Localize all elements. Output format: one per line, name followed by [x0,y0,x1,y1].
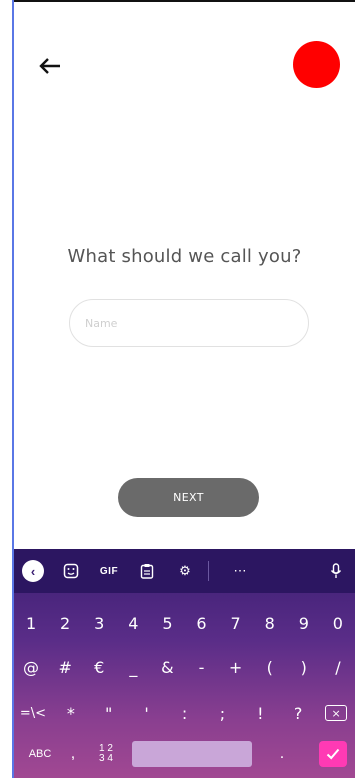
key[interactable]: _ [116,658,150,677]
key[interactable]: + [219,658,253,677]
frame-top-border [12,0,355,2]
key[interactable]: ( [253,658,287,677]
collapse-icon[interactable]: ‹ [22,560,44,582]
key[interactable]: ' [128,704,166,723]
numpad-key[interactable]: 1 2 3 4 [88,744,124,764]
key[interactable]: 4 [116,614,150,633]
backspace-key[interactable]: × [317,705,355,721]
key[interactable]: 3 [82,614,116,633]
key[interactable]: 5 [150,614,184,633]
abc-key[interactable]: ABC [22,748,58,760]
symbols-toggle-key[interactable]: =\< [14,706,52,721]
space-key[interactable] [132,741,252,767]
key[interactable]: 9 [287,614,321,633]
backspace-icon: × [325,705,348,721]
key[interactable]: 0 [321,614,355,633]
key[interactable]: - [184,658,218,677]
key[interactable]: 8 [253,614,287,633]
next-button[interactable]: NEXT [118,478,259,517]
key[interactable]: # [48,658,82,677]
keyboard: ‹ GIF ⚙ ⋯ 1 2 3 4 5 6 7 8 9 0 @ # € _ & … [14,549,355,778]
comma-key[interactable]: , [58,745,88,763]
numpad-key-bottom: 3 4 [99,753,113,764]
settings-icon[interactable]: ⚙ [166,549,204,593]
name-input[interactable] [69,299,309,347]
clipboard-icon[interactable] [128,549,166,593]
avatar[interactable] [293,41,340,88]
key[interactable]: € [82,658,116,677]
key[interactable]: 7 [219,614,253,633]
key[interactable]: ? [279,704,317,723]
keyboard-toolbar: ‹ GIF ⚙ ⋯ [14,549,355,593]
key[interactable]: @ [14,658,48,677]
key[interactable]: & [150,658,184,677]
bottom-row: ABC , 1 2 3 4 . [14,736,355,772]
screen: What should we call you? NEXT ‹ GIF ⚙ ⋯ … [0,0,355,778]
number-row: 1 2 3 4 5 6 7 8 9 0 [14,605,355,641]
toolbar-divider [208,561,209,581]
gif-button[interactable]: GIF [90,549,128,593]
key[interactable]: ) [287,658,321,677]
enter-key[interactable] [319,741,347,767]
key[interactable]: 1 [14,614,48,633]
emoji-icon[interactable] [52,549,90,593]
key[interactable]: * [52,704,90,723]
symbol-row: @ # € _ & - + ( ) / [14,649,355,685]
symbol-row-2: =\< * " ' : ; ! ? × [14,695,355,731]
key[interactable]: " [90,704,128,723]
key[interactable]: : [166,704,204,723]
checkmark-icon [326,748,340,760]
back-arrow-icon[interactable] [36,52,64,80]
page-title: What should we call you? [67,246,302,267]
key[interactable]: 6 [184,614,218,633]
key[interactable]: ! [241,704,279,723]
more-icon[interactable]: ⋯ [221,549,259,593]
mic-icon[interactable] [317,549,355,593]
key[interactable]: / [321,658,355,677]
key[interactable]: ; [203,704,241,723]
key[interactable]: 2 [48,614,82,633]
period-key[interactable]: . [260,745,304,763]
